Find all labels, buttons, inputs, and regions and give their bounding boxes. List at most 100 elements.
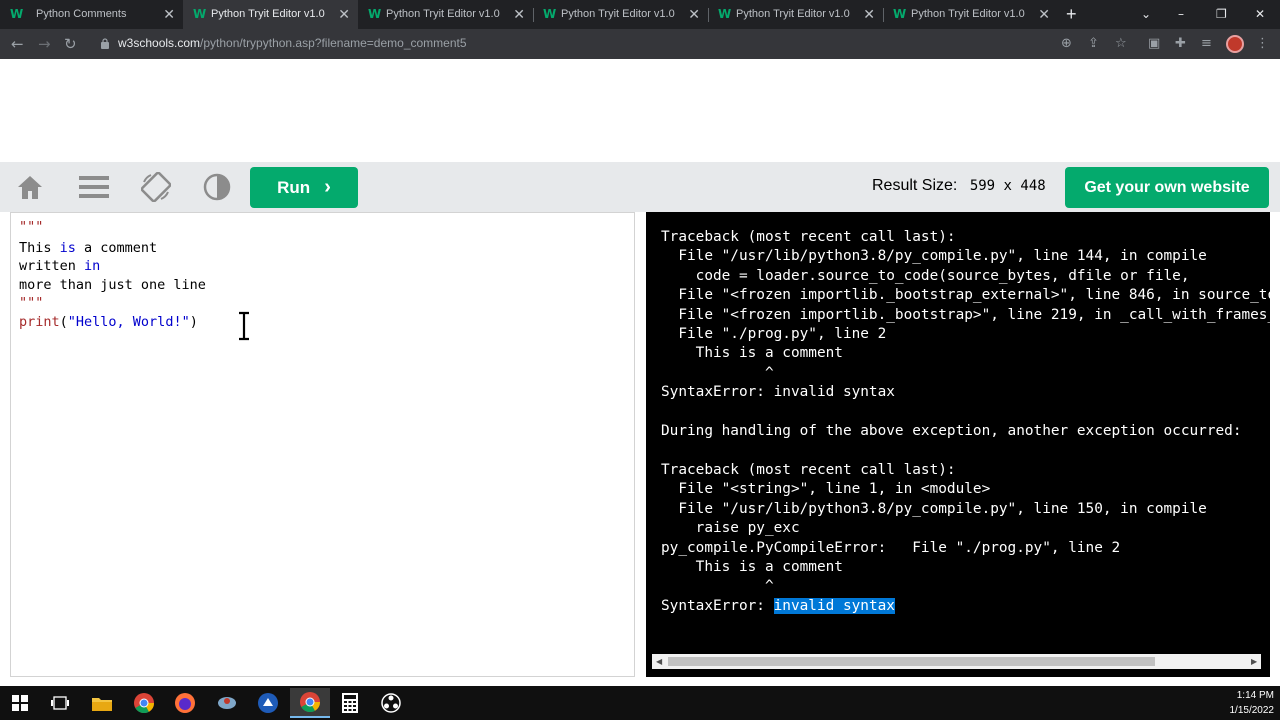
bookmark-star-icon[interactable]: ☆ [1115,29,1127,59]
error-prefix: SyntaxError: [661,597,774,614]
file-explorer-icon[interactable] [89,690,115,716]
task-view-icon[interactable] [47,690,73,716]
output-line: SyntaxError: invalid syntax [661,597,1270,616]
tab-tryit-editor[interactable]: W Python Tryit Editor v1.0 ✕ [883,0,1058,29]
url-field[interactable]: w3schools.com/python/trypython.asp?filen… [118,29,467,58]
close-tab-icon[interactable]: ✕ [1038,0,1050,29]
close-tab-icon[interactable]: ✕ [863,0,875,29]
chrome-menu-icon[interactable]: ⋮ [1256,29,1269,59]
text-cursor-icon [239,311,249,341]
result-height: 448 [1020,178,1046,194]
dark-mode-contrast-icon[interactable] [202,172,232,202]
tab-tryit-editor[interactable]: W Python Tryit Editor v1.0 ✕ [358,0,533,29]
windows-start-icon[interactable] [7,690,33,716]
lock-icon[interactable] [101,38,109,49]
tab-tryit-editor-active[interactable]: W Python Tryit Editor v1.0 ✕ [183,0,358,29]
close-tab-icon[interactable]: ✕ [163,0,175,29]
w3schools-favicon-icon: W [718,7,732,21]
new-tab-icon[interactable]: + [1066,0,1077,28]
scrollbar-thumb[interactable] [668,657,1155,666]
tab-tryit-editor[interactable]: W Python Tryit Editor v1.0 ✕ [533,0,708,29]
close-tab-icon[interactable]: ✕ [688,0,700,29]
output-line: code = loader.source_to_code(source_byte… [661,267,1190,284]
code-token: a comment [75,240,158,256]
code-line: """ [19,219,44,235]
calculator-icon[interactable] [337,690,363,716]
tab-title: Python Tryit Editor v1.0 [211,8,325,20]
result-output-panel: Traceback (most recent call last): File … [646,212,1270,677]
url-path: /python/trypython.asp?filename=demo_comm… [200,36,467,50]
obs-icon[interactable] [378,690,404,716]
code-token: ( [59,314,68,330]
run-label: Run [277,177,311,197]
minimize-icon[interactable]: – [1178,0,1184,28]
code-line: print("Hello, World!") [19,313,198,331]
output-line: During handling of the above exception, … [661,423,1242,440]
profile-avatar[interactable] [1226,35,1244,53]
app-icon[interactable] [214,690,240,716]
tab-python-comments[interactable]: W Python Comments ✕ [0,0,183,29]
tab-title: Python Tryit Editor v1.0 [911,8,1025,20]
firefox-icon[interactable] [172,690,198,716]
clock-time: 1:14 PM [1236,690,1274,701]
run-button[interactable]: Run › [250,167,358,208]
close-tab-icon[interactable]: ✕ [513,0,525,29]
share-icon[interactable]: ⇪ [1088,29,1099,59]
close-tab-icon[interactable]: ✕ [338,0,350,29]
tab-search-chevron-icon[interactable]: ⌄ [1141,0,1151,28]
output-line: ^ [661,364,774,381]
code-editor[interactable]: """ This is a comment written in more th… [10,212,635,677]
output-line: This is a comment [661,345,843,362]
output-line: Traceback (most recent call last): [661,461,956,478]
tab-tryit-editor[interactable]: W Python Tryit Editor v1.0 ✕ [708,0,883,29]
code-token: is [59,240,76,256]
rotate-layout-icon[interactable] [141,172,171,202]
extension-icon[interactable]: ▣ [1148,29,1160,59]
w3schools-favicon-icon: W [10,7,24,21]
tab-title: Python Comments [36,8,127,20]
clock-date: 1/15/2022 [1229,705,1275,716]
app-icon[interactable] [255,690,281,716]
restore-icon[interactable]: ❐ [1216,0,1227,28]
code-token: ) [189,314,198,330]
close-window-icon[interactable]: ✕ [1255,0,1265,28]
output-line: ^ [661,578,774,595]
code-line: This is a comment [19,239,157,257]
output-line: File "<string>", line 1, in <module> [661,481,991,498]
code-line: written in [19,257,100,275]
code-token: print [19,314,60,330]
scroll-left-icon[interactable]: ◀ [656,654,662,669]
result-size: Result Size: 599 x 448 [872,177,1046,195]
taskbar-clock[interactable]: 1:14 PM 1/15/2022 [1218,688,1275,718]
url-host: w3schools.com [118,36,201,50]
output-text: Traceback (most recent call last): File … [661,228,1270,616]
get-your-own-website-button[interactable]: Get your own website [1065,167,1269,208]
browser-tab-bar: W Python Comments ✕ W Python Tryit Edito… [0,0,1280,29]
output-line: raise py_exc [661,520,800,537]
output-line: Traceback (most recent call last): [661,229,956,245]
scroll-right-icon[interactable]: ▶ [1251,654,1257,669]
reload-icon[interactable]: ↻ [64,29,77,59]
output-line: File "<frozen importlib._bootstrap>", li… [661,306,1270,323]
w3schools-favicon-icon: W [368,7,382,21]
tab-title: Python Tryit Editor v1.0 [736,8,850,20]
output-line: SyntaxError: invalid syntax [661,384,895,401]
output-line: This is a comment [661,558,843,575]
home-icon[interactable] [15,172,45,202]
selected-error-text: invalid syntax [773,597,895,614]
chevron-right-icon: › [324,176,331,198]
chrome-active-icon[interactable] [290,688,330,718]
menu-icon[interactable] [79,172,109,202]
zoom-icon[interactable]: ⊕ [1061,29,1072,59]
tab-title: Python Tryit Editor v1.0 [561,8,675,20]
code-token: This [19,240,60,256]
chrome-icon[interactable] [131,690,157,716]
address-bar: ← → ↻ w3schools.com/python/trypython.asp… [0,29,1280,59]
puzzle-extensions-icon[interactable]: ✚ [1175,29,1186,59]
output-line: File "<frozen importlib._bootstrap_exter… [661,287,1270,304]
reading-list-icon[interactable]: ≡ [1201,29,1212,59]
back-arrow-icon[interactable]: ← [11,29,24,59]
code-token: written [19,258,85,274]
forward-arrow-icon[interactable]: → [38,29,51,59]
